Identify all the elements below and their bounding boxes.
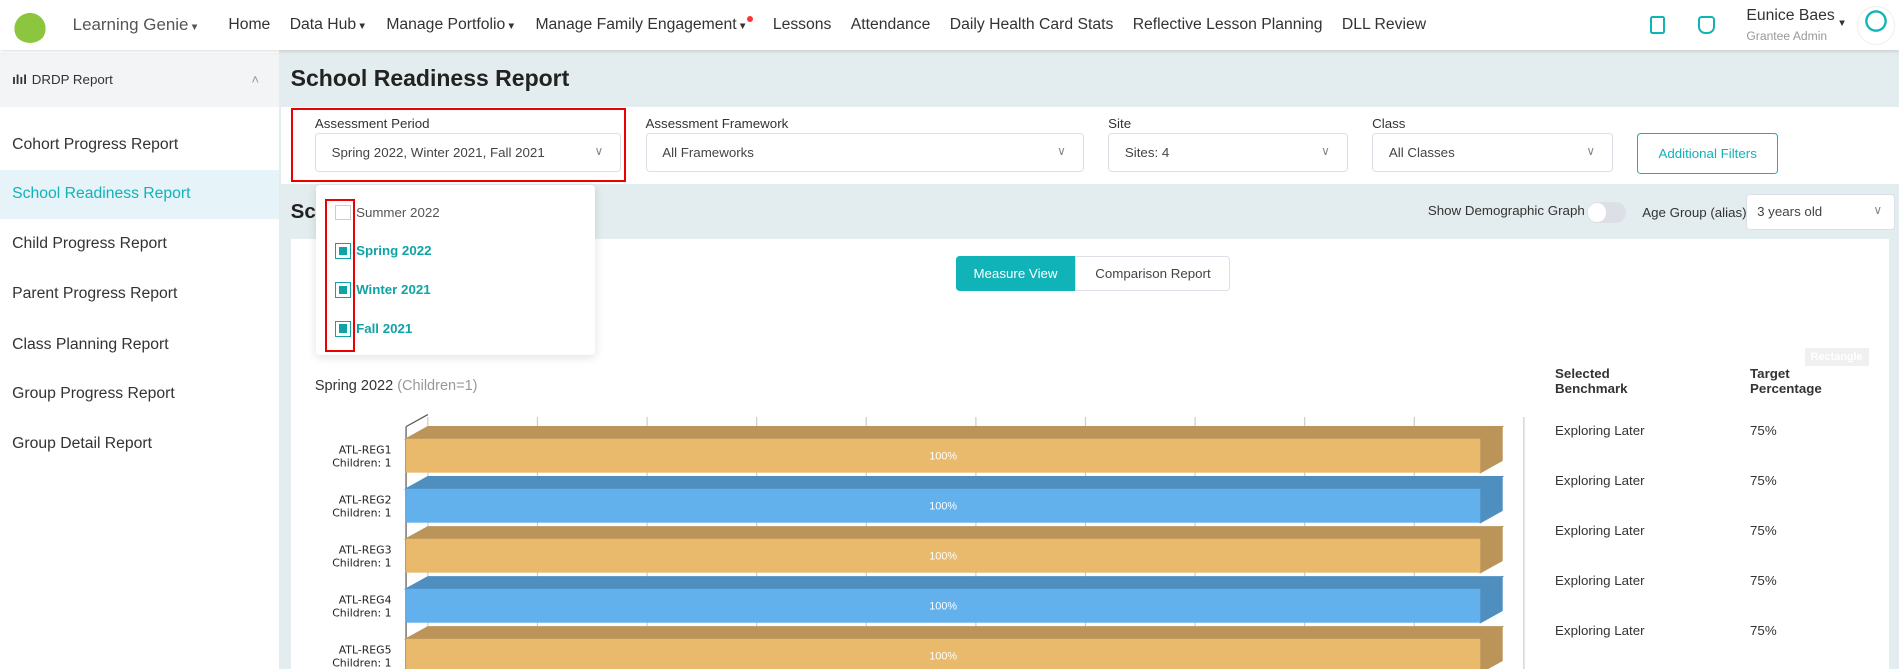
user-menu-caret[interactable]: ▼ (1837, 18, 1847, 29)
sidebar-section-drdp[interactable]: ılıl DRDP Report ˄ (0, 53, 279, 107)
benchmark-cell: Exploring Later (1555, 422, 1645, 438)
bar-top (403, 625, 1505, 640)
age-group-select[interactable]: 3 years old ∨ (1746, 193, 1896, 231)
data-label: 100% (929, 500, 957, 512)
category-sublabel: Children: 1 (332, 606, 391, 619)
nav-dll-review[interactable]: DLL Review (1342, 16, 1426, 34)
category-label: ATL-REG4 (338, 593, 391, 606)
highlight-box (324, 198, 355, 353)
section-title: Sc (290, 199, 316, 223)
age-group-label: Age Group (alias) (1642, 204, 1747, 220)
category-label: ATL-REG2 (338, 493, 391, 506)
data-label: 100% (929, 650, 957, 662)
target-header: Target Percentage (1750, 365, 1822, 396)
rectangle-button[interactable]: Rectangle (1804, 347, 1869, 366)
demographic-label: Show Demographic Graph (1427, 203, 1585, 219)
nav-health-card[interactable]: Daily Health Card Stats (950, 16, 1114, 34)
user-role: Grantee Admin (1746, 29, 1828, 44)
framework-label: Assessment Framework (645, 116, 789, 132)
option-winter-2021[interactable]: Winter 2021 (356, 282, 431, 297)
sidebar-item-school-readiness[interactable]: School Readiness Report (0, 169, 279, 220)
measure-view-button[interactable]: Measure View (955, 255, 1076, 291)
bar-top (403, 575, 1505, 590)
benchmark-cell: Exploring Later (1555, 522, 1645, 538)
nav-reflective-lesson[interactable]: Reflective Lesson Planning (1133, 16, 1323, 34)
category-label: ATL-REG1 (338, 443, 391, 456)
bar-chart-icon: ılıl (12, 72, 27, 88)
benchmark-cell: Exploring Later (1555, 472, 1645, 488)
chart-title: Spring 2022 (Children=1) (314, 377, 478, 394)
benchmark-cell: Exploring Later (1555, 572, 1645, 588)
demographic-toggle[interactable] (1586, 202, 1627, 223)
logo-icon[interactable] (12, 6, 49, 43)
bar-top (403, 525, 1505, 540)
graduation-cap-icon[interactable] (1697, 15, 1715, 34)
data-label: 100% (929, 600, 957, 612)
page-title: School Readiness Report (290, 65, 570, 92)
sidebar-item-group-detail[interactable]: Group Detail Report (0, 419, 279, 469)
easel-icon[interactable] (1649, 15, 1666, 34)
comparison-report-button[interactable]: Comparison Report (1075, 255, 1231, 291)
chevron-down-icon: ∨ (1057, 143, 1066, 158)
target-percentage-cell: 75% (1750, 422, 1777, 438)
data-label: 100% (929, 450, 957, 462)
option-spring-2022[interactable]: Spring 2022 (356, 243, 431, 258)
top-nav: Learning Genie▼ Home Data Hub▼ Manage Po… (0, 0, 1899, 50)
axis-line (405, 413, 428, 427)
class-select[interactable]: All Classes ∨ (1372, 133, 1614, 172)
site-label: Site (1108, 116, 1132, 132)
data-label: 100% (929, 550, 957, 562)
category-label: ATL-REG5 (338, 643, 391, 656)
target-percentage-cell: 75% (1750, 472, 1777, 488)
nav-home[interactable]: Home (228, 16, 270, 34)
chevron-down-icon: ∨ (1321, 143, 1330, 158)
chevron-down-icon: ∨ (1586, 143, 1596, 158)
sidebar-item-cohort[interactable]: Cohort Progress Report (0, 120, 279, 170)
chevron-down-icon: ∨ (1873, 203, 1883, 218)
app-switcher[interactable]: Learning Genie▼ (73, 15, 200, 35)
nav-family-engagement[interactable]: Manage Family Engagement▼ (535, 15, 754, 34)
option-summer-2022[interactable]: Summer 2022 (356, 205, 440, 220)
sidebar-item-parent-progress[interactable]: Parent Progress Report (0, 269, 279, 319)
category-sublabel: Children: 1 (332, 556, 391, 569)
additional-filters-button[interactable]: Additional Filters (1637, 133, 1778, 175)
notification-dot (747, 15, 754, 22)
category-label: ATL-REG3 (338, 543, 391, 556)
nav-lessons[interactable]: Lessons (773, 16, 832, 34)
bar-top (403, 475, 1505, 490)
bar-top (403, 425, 1505, 440)
nav-manage-portfolio[interactable]: Manage Portfolio▼ (386, 16, 516, 34)
sidebar-item-class-planning[interactable]: Class Planning Report (0, 320, 279, 370)
framework-select[interactable]: All Frameworks ∨ (645, 133, 1084, 172)
nav-data-hub[interactable]: Data Hub▼ (290, 16, 367, 34)
target-percentage-cell: 75% (1750, 572, 1777, 588)
chevron-up-icon: ˄ (251, 72, 260, 88)
class-label: Class (1372, 116, 1406, 132)
benchmark-header: Selected Benchmark (1555, 365, 1628, 396)
user-name[interactable]: Eunice Baes (1746, 7, 1834, 25)
period-select[interactable]: Spring 2022, Winter 2021, Fall 2021 ∨ (314, 133, 622, 172)
category-sublabel: Children: 1 (332, 456, 391, 469)
site-select[interactable]: Sites: 4 ∨ (1108, 133, 1348, 172)
avatar[interactable] (1856, 6, 1896, 45)
sidebar-item-group-progress[interactable]: Group Progress Report (0, 369, 279, 419)
target-percentage-cell: 75% (1750, 522, 1777, 538)
chevron-down-icon: ∨ (594, 143, 604, 158)
benchmark-cell: Exploring Later (1555, 622, 1645, 638)
bar-chart: 100%ATL-REG1Children: 1100%ATL-REG2Child… (332, 413, 1525, 669)
nav-attendance[interactable]: Attendance (851, 16, 931, 34)
period-label: Assessment Period (314, 116, 430, 132)
category-sublabel: Children: 1 (332, 506, 391, 519)
sidebar-item-child-progress[interactable]: Child Progress Report (0, 219, 279, 269)
category-sublabel: Children: 1 (332, 656, 391, 668)
option-fall-2021[interactable]: Fall 2021 (356, 321, 412, 336)
target-percentage-cell: 75% (1750, 622, 1777, 638)
sidebar: ılıl DRDP Report ˄ Cohort Progress Report … (0, 49, 279, 669)
